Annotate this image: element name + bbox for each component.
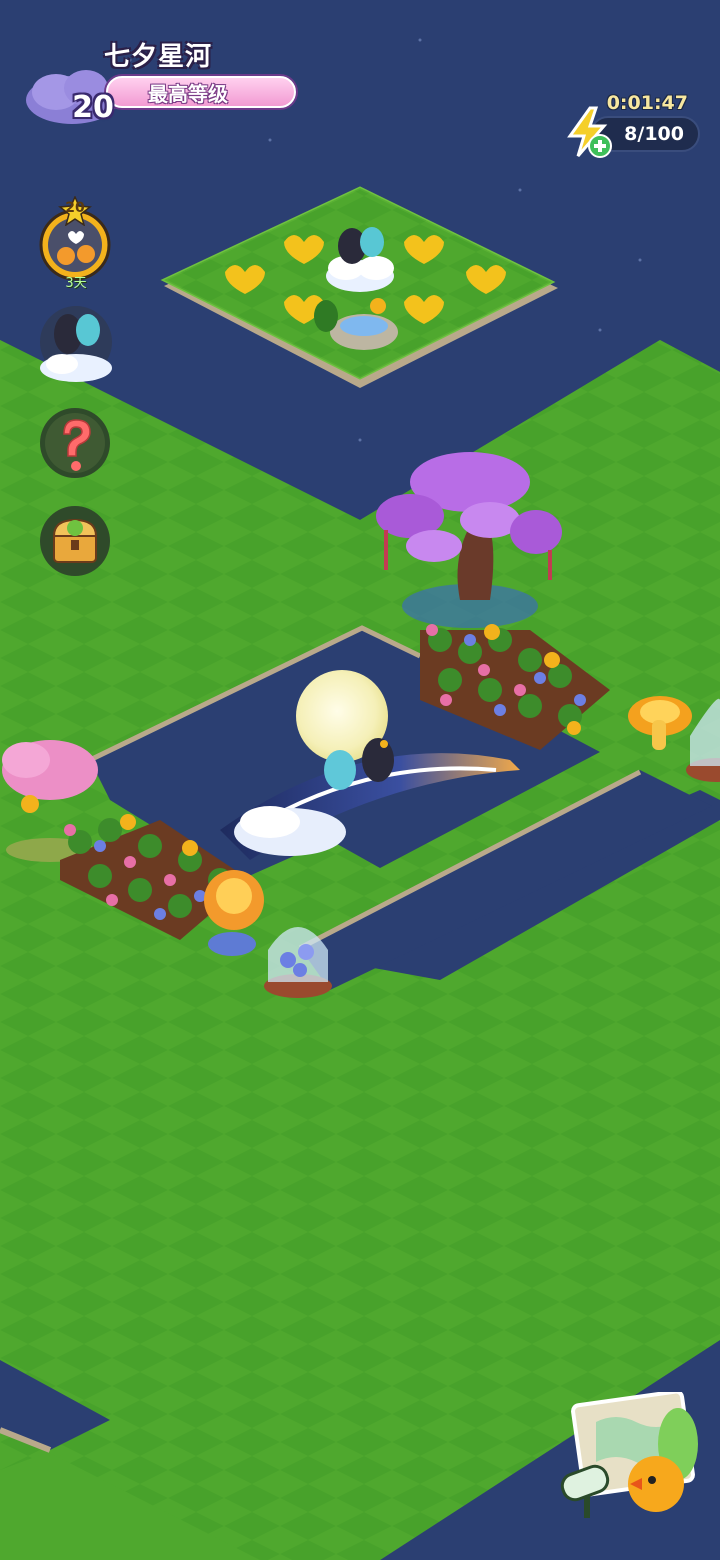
magpie-icon xyxy=(360,227,384,257)
level-title: 七夕星河 xyxy=(104,42,213,72)
event-level: 20 xyxy=(65,200,85,216)
level-status-bar: 最高等级 xyxy=(106,76,296,108)
lightning-icon[interactable] xyxy=(560,104,616,160)
level-panel[interactable]: 最高等级 七夕星河 20 xyxy=(18,36,308,136)
map-telescope-icon[interactable] xyxy=(556,1392,706,1522)
energy-timer: 0:01:47 xyxy=(606,92,688,114)
top-island xyxy=(160,186,558,388)
magpie-icon xyxy=(362,738,394,782)
plus-icon[interactable] xyxy=(588,134,612,158)
magpie-icon xyxy=(324,750,356,790)
question-mark-icon[interactable] xyxy=(38,406,112,480)
event-days: 3天 xyxy=(65,276,87,291)
treasure-chest-icon[interactable] xyxy=(38,504,112,578)
level-status: 最高等级 xyxy=(148,81,228,106)
energy-value: 8/100 xyxy=(624,123,684,145)
magpie-couple-icon[interactable] xyxy=(36,300,116,386)
level-number: 20 xyxy=(72,89,114,125)
main-island xyxy=(0,340,720,1560)
